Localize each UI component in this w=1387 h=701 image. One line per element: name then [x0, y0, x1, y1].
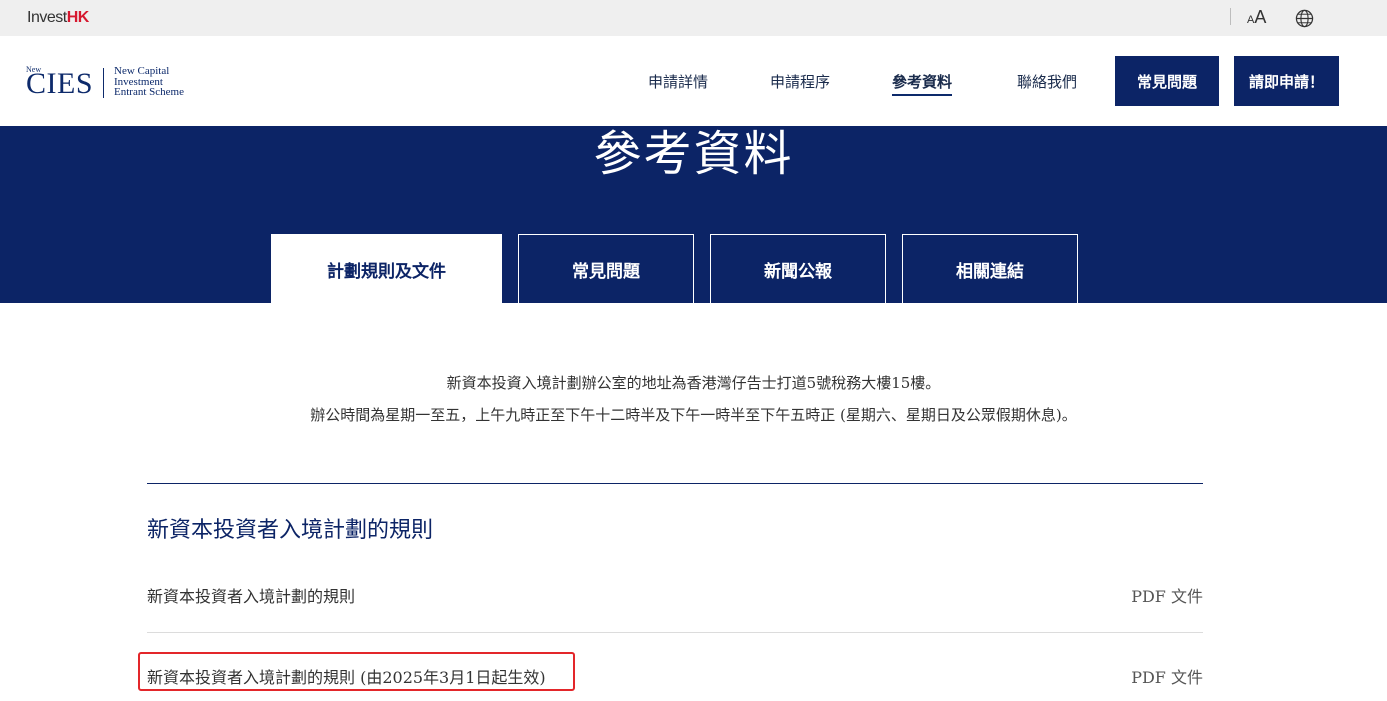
office-address: 新資本投資入境計劃辦公室的地址為香港灣仔告士打道5號稅務大樓15樓。 — [446, 374, 941, 392]
investhk-logo[interactable]: InvestHK — [27, 9, 89, 27]
cies-logo-line3: Entrant Scheme — [114, 86, 184, 98]
faq-button[interactable]: 常見問題 — [1115, 56, 1219, 106]
document-link[interactable]: 新資本投資者入境計劃的規則 — [147, 583, 355, 607]
apply-now-button[interactable]: 請即申請！ — [1234, 56, 1339, 106]
pdf-file-link[interactable]: PDF 文件 — [1131, 664, 1203, 688]
utility-bar: InvestHK AA — [0, 0, 1387, 36]
tab-related-links[interactable]: 相關連結 — [902, 234, 1078, 303]
nav-application-procedure[interactable]: 申請程序 — [770, 71, 830, 92]
font-size-large[interactable]: A — [1254, 7, 1266, 27]
nav-application-details[interactable]: 申請詳情 — [648, 71, 708, 92]
pdf-file-link[interactable]: PDF 文件 — [1131, 583, 1203, 607]
tab-press-releases[interactable]: 新聞公報 — [710, 234, 886, 303]
office-hours: 辦公時間為星期一至五，上午九時正至下午十二時半及下午一時半至下午五時正 (星期六… — [310, 406, 1077, 424]
document-link[interactable]: 新資本投資者入境計劃的規則 (由2025年3月1日起生效) — [147, 664, 546, 688]
section-divider — [147, 483, 1203, 484]
font-size-toggle[interactable]: AA — [1247, 7, 1266, 28]
tab-faq[interactable]: 常見問題 — [518, 234, 694, 303]
cies-logo-divider — [103, 68, 104, 98]
tab-scheme-rules-documents[interactable]: 計劃規則及文件 — [271, 234, 502, 303]
nav-contact-us[interactable]: 聯絡我們 — [1017, 71, 1077, 92]
hero-banner: 參考資料 計劃規則及文件 常見問題 新聞公報 相關連結 — [0, 126, 1387, 303]
document-row: 新資本投資者入境計劃的規則 PDF 文件 — [147, 575, 1203, 615]
utility-divider — [1230, 8, 1231, 25]
document-row: 新資本投資者入境計劃的規則 (由2025年3月1日起生效) PDF 文件 — [147, 656, 1203, 696]
page-title: 參考資料 — [593, 126, 794, 182]
section-title: 新資本投資者入境計劃的規則 — [147, 518, 434, 543]
investhk-logo-hk: HK — [66, 9, 90, 26]
row-divider — [147, 632, 1203, 633]
cies-logo-wordmark: CIES — [26, 67, 94, 100]
nav-reference[interactable]: 參考資料 — [892, 71, 953, 96]
globe-icon[interactable] — [1295, 9, 1314, 28]
cies-logo-line1: New Capital — [114, 65, 170, 77]
investhk-logo-invest: Invest — [27, 9, 67, 26]
site-header: New CIES New Capital Investment Entrant … — [0, 36, 1387, 126]
cies-logo-subtitle: New Capital Investment Entrant Scheme — [114, 66, 184, 98]
